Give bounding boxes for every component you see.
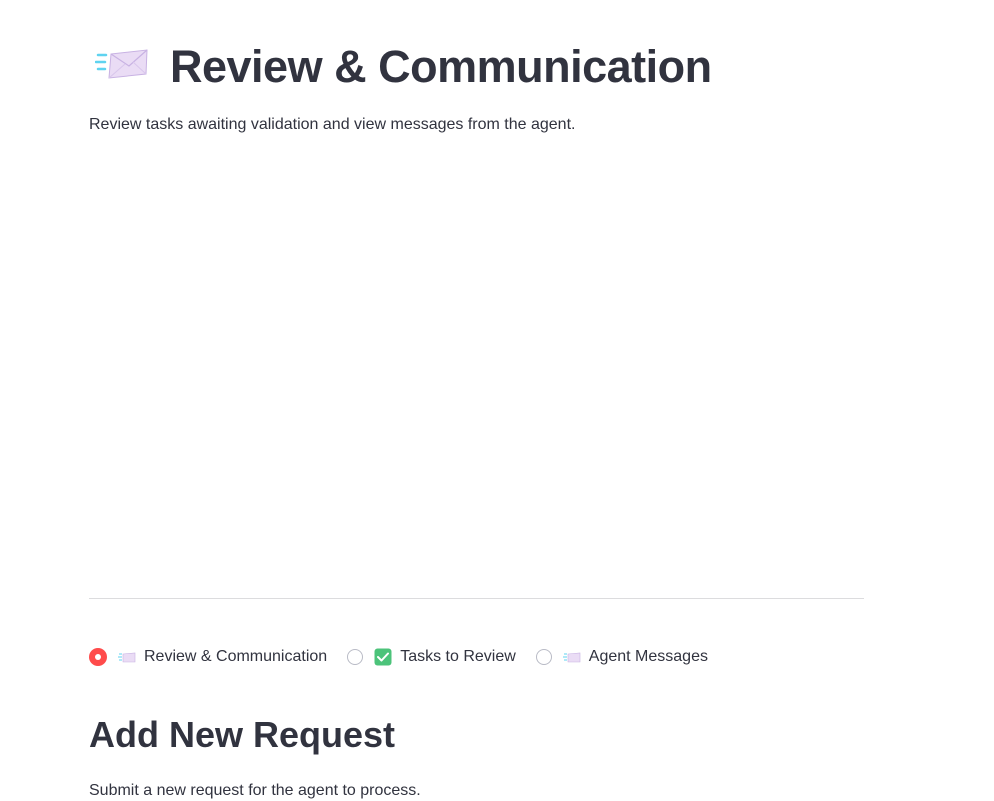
section-title: Add New Request	[89, 714, 396, 755]
page-subtitle: Review tasks awaiting validation and vie…	[89, 116, 576, 133]
section-subtitle: Submit a new request for the agent to pr…	[89, 782, 421, 799]
radio-unselected-indicator[interactable]	[535, 649, 552, 665]
radio-option-review-communication[interactable]: Review & Communication	[89, 648, 327, 666]
divider	[89, 598, 864, 599]
navigation-radio-group: Review & Communication Tasks to Review A…	[89, 645, 728, 669]
page-header: Review & Communication	[89, 36, 712, 98]
radio-selected-indicator[interactable]	[89, 648, 107, 666]
incoming-envelope-icon	[118, 650, 136, 664]
incoming-envelope-icon	[94, 47, 157, 87]
incoming-envelope-icon	[562, 650, 581, 664]
radio-label: Tasks to Review	[400, 648, 516, 665]
radio-option-tasks-to-review[interactable]: Tasks to Review	[347, 648, 516, 666]
radio-label: Review & Communication	[144, 648, 328, 665]
check-mark-button-icon	[374, 648, 392, 666]
radio-label: Agent Messages	[588, 648, 708, 665]
radio-option-agent-messages[interactable]: Agent Messages	[535, 648, 708, 666]
main-content: Review & Communication Review tasks awai…	[89, 0, 864, 801]
radio-unselected-indicator[interactable]	[347, 649, 364, 665]
page-title: Review & Communication	[170, 41, 712, 92]
